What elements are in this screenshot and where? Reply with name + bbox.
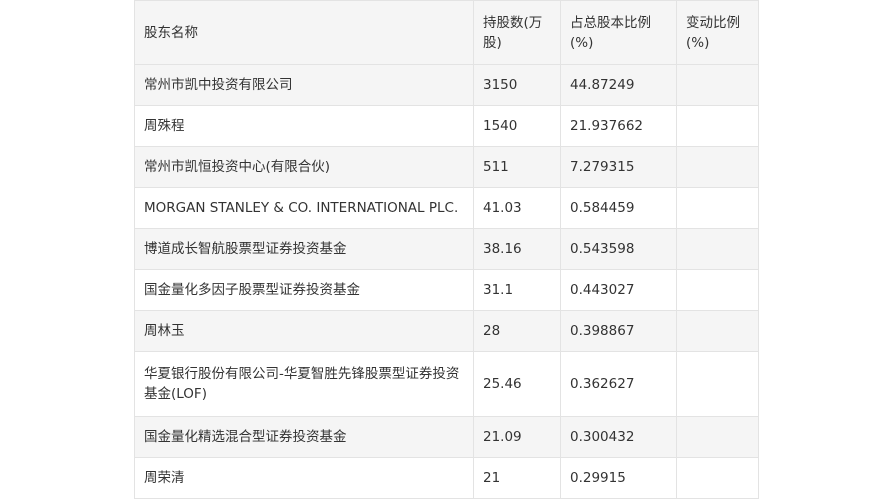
- cell-change-ratio: [676, 351, 759, 417]
- table-row: 周殊程 1540 21.937662: [134, 105, 759, 147]
- cell-shares-held: 1540: [473, 105, 561, 147]
- cell-share-ratio: 0.300432: [560, 416, 677, 458]
- cell-share-ratio: 0.29915: [560, 457, 677, 499]
- header-shares-held: 持股数(万股): [473, 0, 561, 65]
- cell-shares-held: 511: [473, 146, 561, 188]
- table-row: 博道成长智航股票型证券投资基金 38.16 0.543598: [134, 228, 759, 270]
- table-header-row: 股东名称 持股数(万股) 占总股本比例(%) 变动比例(%): [134, 0, 759, 65]
- cell-share-ratio: 0.362627: [560, 351, 677, 417]
- cell-shareholder-name: MORGAN STANLEY & CO. INTERNATIONAL PLC.: [134, 187, 474, 229]
- cell-shareholder-name: 周林玉: [134, 310, 474, 352]
- shareholder-table-container: 股东名称 持股数(万股) 占总股本比例(%) 变动比例(%) 常州市凯中投资有限…: [134, 0, 759, 499]
- cell-change-ratio: [676, 64, 759, 106]
- cell-shares-held: 21.09: [473, 416, 561, 458]
- table-row: 常州市凯中投资有限公司 3150 44.87249: [134, 64, 759, 106]
- table-row: 周荣清 21 0.29915: [134, 457, 759, 499]
- header-share-ratio: 占总股本比例(%): [560, 0, 677, 65]
- cell-share-ratio: 7.279315: [560, 146, 677, 188]
- cell-shareholder-name: 常州市凯中投资有限公司: [134, 64, 474, 106]
- table-row: 国金量化多因子股票型证券投资基金 31.1 0.443027: [134, 269, 759, 311]
- cell-share-ratio: 0.398867: [560, 310, 677, 352]
- cell-share-ratio: 44.87249: [560, 64, 677, 106]
- cell-shares-held: 28: [473, 310, 561, 352]
- cell-shareholder-name: 国金量化精选混合型证券投资基金: [134, 416, 474, 458]
- cell-change-ratio: [676, 228, 759, 270]
- table-row: 国金量化精选混合型证券投资基金 21.09 0.300432: [134, 416, 759, 458]
- cell-change-ratio: [676, 269, 759, 311]
- cell-share-ratio: 0.584459: [560, 187, 677, 229]
- cell-change-ratio: [676, 187, 759, 229]
- table-row: 周林玉 28 0.398867: [134, 310, 759, 352]
- cell-change-ratio: [676, 416, 759, 458]
- cell-share-ratio: 21.937662: [560, 105, 677, 147]
- cell-shareholder-name: 周殊程: [134, 105, 474, 147]
- cell-shares-held: 21: [473, 457, 561, 499]
- cell-share-ratio: 0.443027: [560, 269, 677, 311]
- cell-shares-held: 38.16: [473, 228, 561, 270]
- cell-change-ratio: [676, 105, 759, 147]
- cell-shares-held: 3150: [473, 64, 561, 106]
- cell-shareholder-name: 博道成长智航股票型证券投资基金: [134, 228, 474, 270]
- cell-shareholder-name: 常州市凯恒投资中心(有限合伙): [134, 146, 474, 188]
- table-row: MORGAN STANLEY & CO. INTERNATIONAL PLC. …: [134, 187, 759, 229]
- cell-shareholder-name: 华夏银行股份有限公司-华夏智胜先锋股票型证券投资基金(LOF): [134, 351, 474, 417]
- cell-change-ratio: [676, 310, 759, 352]
- cell-shares-held: 25.46: [473, 351, 561, 417]
- cell-shares-held: 31.1: [473, 269, 561, 311]
- cell-change-ratio: [676, 457, 759, 499]
- cell-shareholder-name: 国金量化多因子股票型证券投资基金: [134, 269, 474, 311]
- table-row: 华夏银行股份有限公司-华夏智胜先锋股票型证券投资基金(LOF) 25.46 0.…: [134, 351, 759, 417]
- header-change-ratio: 变动比例(%): [676, 0, 759, 65]
- cell-shareholder-name: 周荣清: [134, 457, 474, 499]
- cell-change-ratio: [676, 146, 759, 188]
- cell-shares-held: 41.03: [473, 187, 561, 229]
- shareholder-table: 股东名称 持股数(万股) 占总股本比例(%) 变动比例(%) 常州市凯中投资有限…: [134, 0, 759, 499]
- header-shareholder-name: 股东名称: [134, 0, 474, 65]
- cell-share-ratio: 0.543598: [560, 228, 677, 270]
- table-row: 常州市凯恒投资中心(有限合伙) 511 7.279315: [134, 146, 759, 188]
